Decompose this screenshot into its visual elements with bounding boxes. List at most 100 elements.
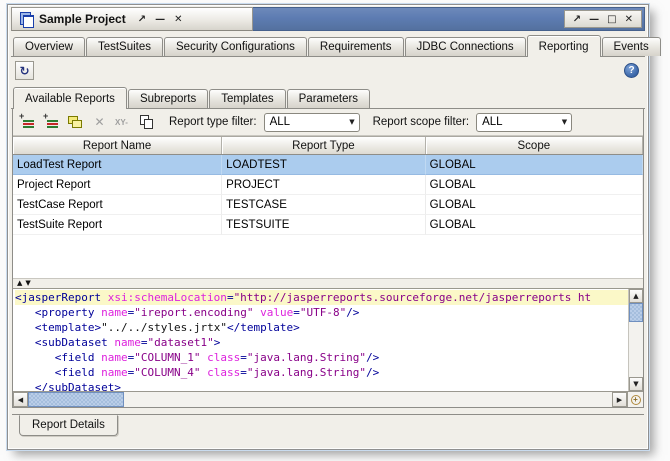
delete-report-icon[interactable]: ✕ bbox=[91, 115, 108, 130]
subtab-available-reports[interactable]: Available Reports bbox=[13, 87, 127, 109]
subtab-templates[interactable]: Templates bbox=[209, 89, 286, 108]
scroll-right-button[interactable]: ▶ bbox=[612, 392, 627, 407]
report-name-cell: LoadTest Report bbox=[13, 155, 223, 175]
report-toolbar: + + ✕ XY- Report type filter: ALL ▼ Report … bbox=[13, 109, 643, 136]
table-row[interactable]: TestCase Report TESTCASE GLOBAL bbox=[13, 195, 643, 215]
scroll-up-button[interactable]: ▲ bbox=[629, 289, 643, 303]
tab-requirements[interactable]: Requirements bbox=[307, 37, 404, 56]
subtab-parameters[interactable]: Parameters bbox=[286, 89, 371, 108]
report-scope-cell: GLOBAL bbox=[425, 175, 643, 195]
rename-report-icon[interactable]: XY- bbox=[115, 115, 132, 130]
vertical-scroll-thumb[interactable] bbox=[629, 303, 643, 322]
available-reports-panel: + + ✕ XY- Report type filter: ALL ▼ Report … bbox=[12, 109, 644, 408]
report-scope-filter-value: ALL bbox=[482, 116, 503, 128]
report-scope-cell: GLOBAL bbox=[425, 195, 643, 215]
xml-line: <property name="ireport.encoding" value=… bbox=[34, 306, 360, 319]
table-row[interactable]: TestSuite Report TESTSUITE GLOBAL bbox=[13, 215, 643, 235]
xml-line: <template>"../../styles.jrtx"</template> bbox=[34, 321, 300, 334]
maximize-button[interactable]: □ bbox=[605, 14, 618, 25]
vertical-scrollbar[interactable]: ▲ ▼ bbox=[628, 289, 643, 391]
bottom-tab-bar: Report Details bbox=[12, 414, 644, 446]
float-button[interactable]: ↗ bbox=[571, 14, 583, 25]
horizontal-scrollbar[interactable]: ◀ ▶ bbox=[13, 392, 627, 407]
horizontal-scroll-thumb[interactable] bbox=[28, 392, 124, 407]
report-type-filter-select[interactable]: ALL ▼ bbox=[263, 112, 360, 132]
magnifier-icon: + bbox=[630, 394, 641, 405]
horizontal-scroll-track[interactable] bbox=[124, 392, 612, 407]
report-name-cell: TestSuite Report bbox=[13, 215, 223, 235]
report-type-cell: LOADTEST bbox=[222, 155, 426, 175]
window-title: Sample Project bbox=[39, 12, 126, 26]
xml-line: </subDataset> bbox=[34, 381, 121, 391]
chevron-down-icon: ▼ bbox=[349, 118, 355, 126]
scroll-down-button[interactable]: ▼ bbox=[629, 377, 643, 391]
reports-table-header: Report Name Report Type Scope bbox=[13, 136, 643, 155]
xml-editor[interactable]: <jasperReport xsi:schemaLocation="http:/… bbox=[13, 289, 628, 391]
column-header-scope[interactable]: Scope bbox=[426, 137, 643, 154]
column-header-report-type[interactable]: Report Type bbox=[222, 137, 426, 154]
help-button[interactable]: ? bbox=[624, 63, 639, 78]
tab-testsuites[interactable]: TestSuites bbox=[85, 37, 163, 56]
report-scope-cell: GLOBAL bbox=[425, 155, 643, 175]
report-scope-cell: GLOBAL bbox=[425, 215, 643, 235]
scroll-left-button[interactable]: ◀ bbox=[13, 392, 28, 407]
report-type-cell: TESTCASE bbox=[222, 195, 426, 215]
report-name-cell: TestCase Report bbox=[13, 195, 223, 215]
report-type-filter-label: Report type filter: bbox=[169, 116, 257, 128]
refresh-button[interactable]: ↻ bbox=[15, 61, 34, 80]
subtab-subreports[interactable]: Subreports bbox=[127, 89, 209, 108]
float-button[interactable]: ↗ bbox=[136, 14, 148, 25]
horizontal-scrollbar-row: ◀ ▶ + bbox=[13, 391, 643, 407]
tab-security-configurations[interactable]: Security Configurations bbox=[164, 37, 307, 56]
report-type-cell: PROJECT bbox=[222, 175, 426, 195]
xml-line: <field name="COLUMN_4" class="java.lang.… bbox=[54, 366, 380, 379]
xml-line: <field name="COLUMN_1" class="java.lang.… bbox=[54, 351, 380, 364]
editor-zoom-button[interactable]: + bbox=[627, 392, 643, 407]
xml-line: <jasperReport xsi:schemaLocation="http:/… bbox=[15, 290, 628, 305]
add-subreport-icon[interactable]: + bbox=[43, 111, 60, 130]
collapse-up-icon[interactable]: ▲ bbox=[17, 280, 22, 287]
reports-table-body: LoadTest Report LOADTEST GLOBAL Project Rep… bbox=[13, 155, 643, 278]
column-header-report-name[interactable]: Report Name bbox=[13, 137, 223, 154]
project-icon bbox=[20, 12, 34, 28]
copy-report-icon[interactable] bbox=[139, 114, 156, 130]
arrow-up-icon: ▲ bbox=[633, 292, 639, 300]
tab-events[interactable]: Events bbox=[601, 37, 661, 56]
add-report-icon[interactable]: + bbox=[19, 111, 36, 130]
close-button[interactable]: ✕ bbox=[623, 14, 635, 25]
report-type-filter-value: ALL bbox=[269, 116, 291, 128]
titlebar: Sample Project ↗ — ✕ ↗ — □ ✕ bbox=[11, 7, 645, 31]
refresh-icon: ↻ bbox=[19, 63, 30, 78]
help-icon: ? bbox=[628, 65, 635, 76]
xml-line: <subDataset name="dataset1"> bbox=[34, 336, 221, 349]
arrow-right-icon: ▶ bbox=[616, 395, 623, 404]
tab-reporting[interactable]: Reporting bbox=[526, 35, 601, 57]
bottom-tab-report-details[interactable]: Report Details bbox=[19, 415, 118, 436]
report-scope-filter-label: Report scope filter: bbox=[372, 116, 470, 128]
vertical-scroll-track[interactable] bbox=[629, 322, 643, 377]
report-scope-filter-select[interactable]: ALL ▼ bbox=[476, 112, 573, 132]
table-row[interactable]: LoadTest Report LOADTEST GLOBAL bbox=[13, 155, 643, 175]
main-tab-bar: Overview TestSuites Security Configuration… bbox=[11, 31, 661, 57]
splitter[interactable]: ▲ ▼ bbox=[13, 278, 643, 289]
reporting-header-toolbar: ↻ ? bbox=[11, 57, 645, 84]
window-title-area[interactable]: Sample Project ↗ — ✕ bbox=[11, 7, 253, 31]
outer-window-controls: ↗ — □ ✕ bbox=[563, 10, 642, 28]
collapse-down-icon[interactable]: ▼ bbox=[25, 280, 30, 287]
inner-window-controls: ↗ — ✕ bbox=[136, 14, 185, 25]
xml-editor-wrap: <jasperReport xsi:schemaLocation="http:/… bbox=[13, 289, 643, 391]
report-name-cell: Project Report bbox=[13, 175, 223, 195]
clone-report-icon[interactable] bbox=[67, 115, 84, 130]
chevron-down-icon: ▼ bbox=[561, 118, 568, 126]
close-button[interactable]: ✕ bbox=[172, 14, 184, 25]
project-window: Sample Project ↗ — ✕ ↗ — □ ✕ Overview TestSuit… bbox=[7, 4, 661, 450]
titlebar-strip: ↗ — □ ✕ bbox=[253, 7, 645, 31]
tab-overview[interactable]: Overview bbox=[13, 37, 85, 56]
minimize-button[interactable]: — bbox=[153, 14, 167, 25]
report-type-cell: TESTSUITE bbox=[222, 215, 426, 235]
sub-tab-bar: Available Reports Subreports Templates Para… bbox=[11, 85, 645, 109]
table-row[interactable]: Project Report PROJECT GLOBAL bbox=[13, 175, 643, 195]
minimize-button[interactable]: — bbox=[587, 14, 601, 25]
arrow-left-icon: ◀ bbox=[17, 395, 24, 404]
tab-jdbc-connections[interactable]: JDBC Connections bbox=[404, 37, 526, 56]
